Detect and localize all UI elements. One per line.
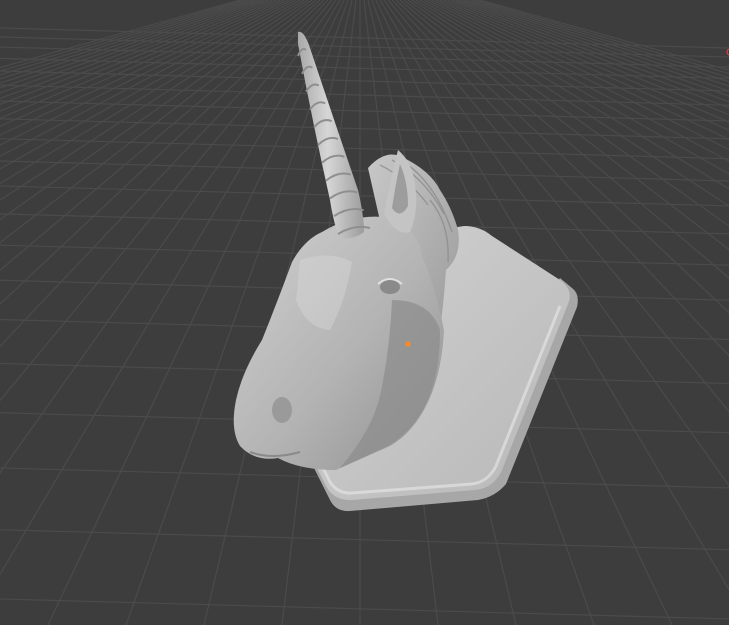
object-origin-icon[interactable] (405, 341, 411, 347)
nostril (272, 397, 292, 423)
viewport-canvas[interactable] (0, 0, 729, 625)
3d-viewport[interactable] (0, 0, 729, 625)
eye (380, 280, 400, 294)
